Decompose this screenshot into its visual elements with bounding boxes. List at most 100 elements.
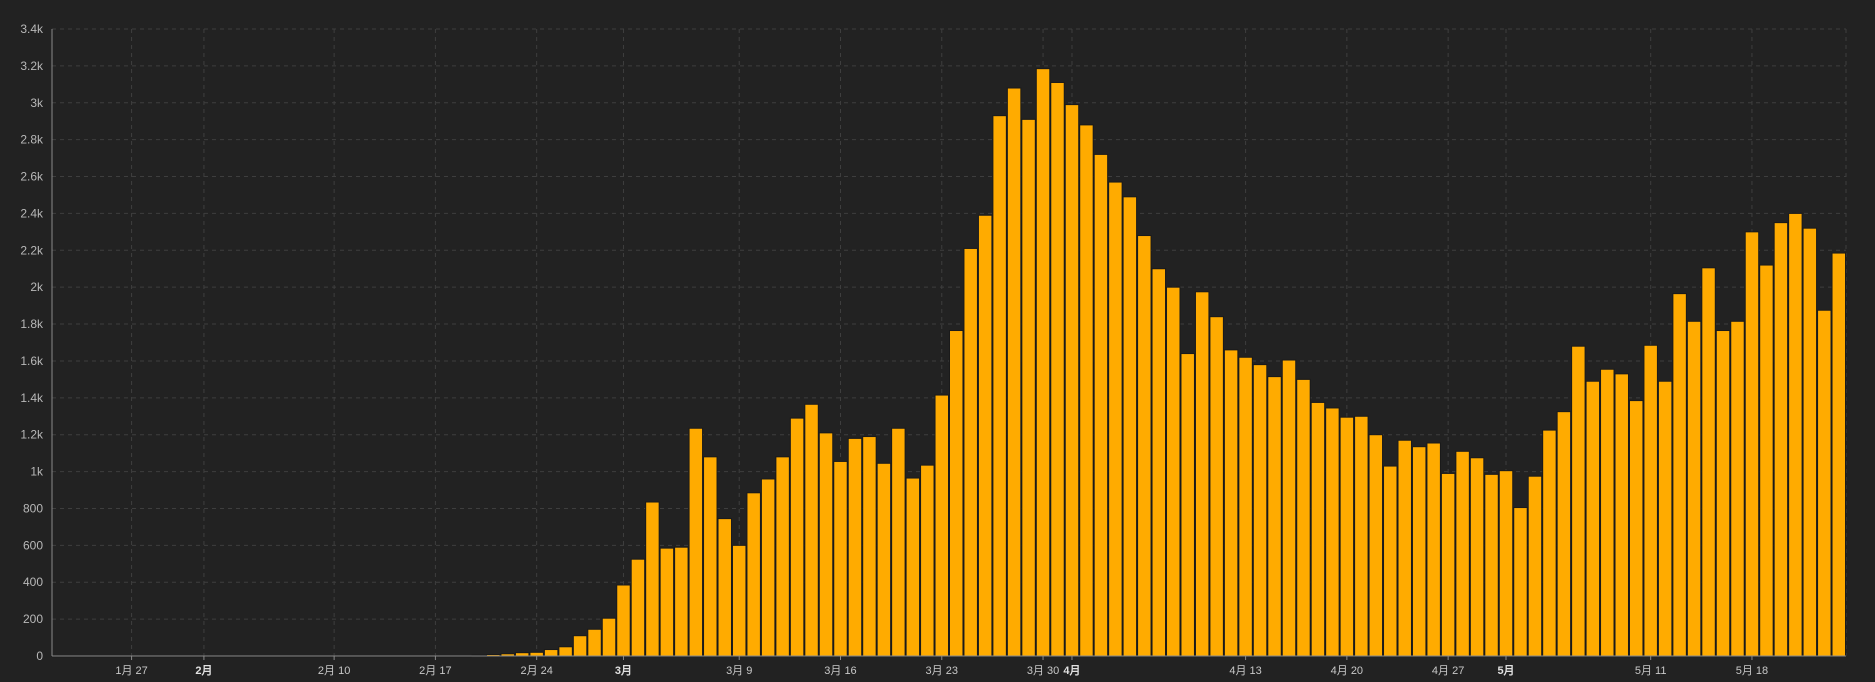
bar (1122, 196, 1138, 657)
x-tick-label: 4月 (1063, 664, 1080, 677)
y-tick-label: 0 (36, 649, 43, 663)
y-tick-label: 800 (23, 501, 43, 515)
bar (1137, 235, 1152, 657)
bar (731, 544, 747, 657)
bar (833, 460, 848, 657)
bar (891, 427, 906, 657)
bar (1093, 153, 1109, 657)
bar (1006, 87, 1022, 657)
bar (949, 330, 964, 657)
bar (529, 651, 544, 657)
x-tick-label: 4月 20 (1331, 665, 1363, 677)
x-tick-label: 2月 24 (520, 665, 552, 677)
bar (1209, 316, 1224, 657)
bar (1166, 286, 1181, 657)
bar (1469, 457, 1485, 657)
bar (1238, 356, 1253, 657)
bar (862, 436, 877, 657)
x-tick-label: 3月 16 (824, 665, 856, 677)
bar (1527, 475, 1543, 657)
bar (1252, 364, 1268, 657)
bar (1701, 267, 1716, 657)
x-tick-label: 1月 27 (115, 665, 147, 677)
bar (905, 477, 921, 657)
bars (52, 68, 1846, 658)
bar (1354, 415, 1369, 657)
y-tick-label: 3.2k (20, 59, 44, 73)
bar (1788, 212, 1803, 657)
bar (688, 427, 704, 657)
bar (1368, 434, 1384, 657)
bar (746, 492, 761, 657)
bar (1672, 293, 1687, 657)
bar (587, 628, 602, 657)
bar (572, 635, 588, 657)
y-tick-label: 2.2k (20, 243, 44, 257)
y-tick-label: 3.4k (20, 22, 44, 36)
bar (963, 247, 978, 657)
bar (1035, 68, 1051, 657)
y-tick-label: 400 (23, 575, 43, 589)
bar (1455, 450, 1470, 657)
x-tick-label: 3月 23 (926, 665, 958, 677)
bar (616, 584, 631, 657)
bar (1730, 320, 1745, 657)
y-tick-label: 2k (30, 280, 44, 294)
bar (601, 617, 617, 657)
bar (674, 546, 689, 657)
bar (1180, 353, 1195, 657)
bar (1267, 376, 1282, 657)
x-tick-label: 3月 (615, 664, 632, 677)
bar (1628, 400, 1644, 657)
x-tick-label: 2月 (195, 664, 212, 677)
bar (1383, 465, 1398, 657)
bar (645, 501, 660, 657)
bar (1657, 380, 1673, 657)
bar (1108, 181, 1123, 657)
bar (1484, 473, 1499, 657)
x-tick-labels: 1月 27 2月 2月 10 2月 17 2月 24 3月 3月 9 3月 16 3月 23 3月… (115, 664, 1768, 677)
y-tick-label: 200 (23, 612, 43, 626)
bar (717, 518, 732, 657)
bar (1021, 118, 1036, 657)
bar (1079, 124, 1094, 657)
bar (1296, 378, 1311, 657)
bar (1281, 359, 1297, 657)
bar (789, 417, 805, 657)
bar (1744, 231, 1760, 657)
bar (1600, 368, 1615, 657)
x-tick-label: 3月 9 (726, 665, 752, 677)
x-tick-label: 3月 30 (1027, 665, 1059, 677)
bar-chart: 0 200 400 600 800 1k 1.2k 1.4k 1.6k 1.8k 2k 2.2k 2.4… (20, 22, 1847, 677)
bar (775, 456, 790, 657)
bar (1339, 416, 1355, 657)
bar (1411, 446, 1427, 657)
y-tick-labels: 0 200 400 600 800 1k 1.2k 1.4k 1.6k 1.8k 2k 2.2k 2.4… (20, 22, 44, 663)
x-tick-label: 5月 (1497, 664, 1514, 677)
bar (1831, 252, 1846, 657)
bar (1773, 222, 1789, 657)
y-tick-label: 1.8k (20, 317, 44, 331)
bar (1426, 442, 1441, 657)
y-tick-label: 2.6k (20, 170, 44, 184)
bar (558, 646, 573, 657)
y-tick-label: 1.4k (20, 391, 44, 405)
bar (1802, 227, 1818, 657)
bar (760, 478, 776, 657)
bar (1151, 268, 1167, 657)
x-tick-label: 2月 10 (318, 665, 350, 677)
y-tick-label: 1.6k (20, 354, 44, 368)
bar (1513, 507, 1528, 657)
bar (1614, 373, 1629, 657)
x-tick-label: 4月 13 (1229, 665, 1261, 677)
y-tick-label: 600 (23, 538, 43, 552)
bar (1686, 320, 1702, 657)
bar (1585, 380, 1601, 657)
bar (1759, 264, 1774, 657)
bar (1440, 472, 1456, 657)
bar (630, 558, 646, 657)
bar (543, 649, 559, 657)
bar (920, 464, 935, 657)
bar (847, 437, 863, 657)
bar (1817, 309, 1832, 657)
